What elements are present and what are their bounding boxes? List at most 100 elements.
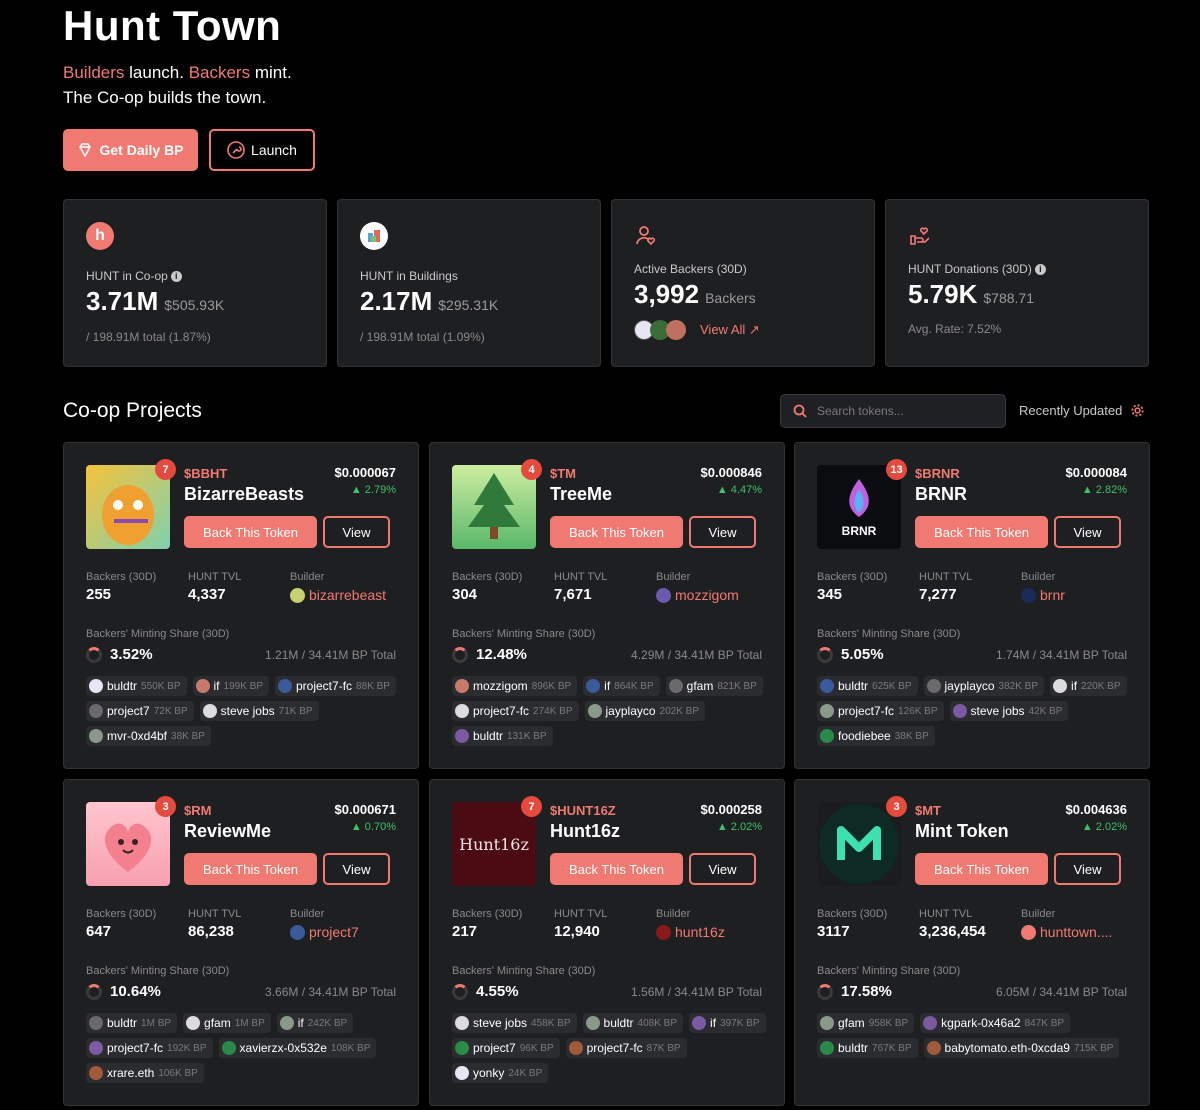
backer-chip[interactable]: project7 96K BP bbox=[452, 1038, 560, 1058]
backer-chip[interactable]: project7-fc 87K BP bbox=[565, 1038, 687, 1058]
backer-chip[interactable]: gfam 958K BP bbox=[817, 1013, 915, 1033]
token-name[interactable]: Mint Token bbox=[915, 821, 1009, 842]
backer-chip[interactable]: xrare.eth 106K BP bbox=[86, 1063, 204, 1083]
view-button[interactable]: View bbox=[323, 516, 390, 548]
backer-bp: 72K BP bbox=[153, 705, 188, 717]
token-price: $0.000084 bbox=[1065, 465, 1127, 480]
token-image[interactable]: Hunt16z bbox=[452, 802, 536, 886]
backer-chip[interactable]: jayplayco 202K BP bbox=[584, 701, 706, 721]
backer-chip[interactable]: buldtr 131K BP bbox=[452, 726, 553, 746]
back-token-button[interactable]: Back This Token bbox=[184, 516, 317, 548]
builder-link[interactable]: bizarrebeast bbox=[290, 587, 386, 603]
project-card[interactable]: 3 $MT Mint Token $0.004636 ▲ 2.02% Back This … bbox=[794, 779, 1150, 1106]
tagline-coop: The Co-op builds the town. bbox=[63, 88, 267, 107]
get-daily-bp-button[interactable]: Get Daily BP bbox=[63, 129, 198, 171]
backer-chip[interactable]: xavierzx-0x532e 108K BP bbox=[218, 1038, 377, 1058]
backer-chip[interactable]: buldtr 550K BP bbox=[86, 676, 187, 696]
view-all-link[interactable]: View All ↗ bbox=[700, 322, 760, 338]
project-card[interactable]: 7 $BBHT BizarreBeasts $0.000067 ▲ 2.79% Back … bbox=[63, 442, 419, 769]
backer-chip[interactable]: buldtr 1M BP bbox=[86, 1013, 178, 1033]
backer-chip[interactable]: buldtr 625K BP bbox=[817, 676, 918, 696]
token-name[interactable]: BRNR bbox=[915, 484, 967, 505]
info-icon[interactable]: i bbox=[1034, 264, 1046, 276]
token-image[interactable] bbox=[86, 465, 170, 549]
backer-chip[interactable]: if 397K BP bbox=[689, 1013, 766, 1033]
backer-chip[interactable]: yonky 24K BP bbox=[452, 1063, 549, 1083]
backer-chip[interactable]: project7-fc 126K BP bbox=[817, 701, 944, 721]
stat-value: 5.79K $788.71 bbox=[908, 279, 1034, 309]
back-token-button[interactable]: Back This Token bbox=[915, 516, 1048, 548]
tagline-backers: Backers bbox=[188, 63, 251, 82]
view-button[interactable]: View bbox=[1054, 516, 1121, 548]
builder-link[interactable]: mozzigom bbox=[656, 587, 739, 603]
token-image[interactable] bbox=[817, 802, 901, 886]
backer-chip[interactable]: babytomato.eth-0xcda9 715K BP bbox=[923, 1038, 1120, 1058]
builder-link[interactable]: hunt16z bbox=[656, 924, 725, 940]
project-card[interactable]: 4 $TM TreeMe $0.000846 ▲ 4.47% Back This Toke… bbox=[429, 442, 785, 769]
backer-chip[interactable]: gfam 1M BP bbox=[183, 1013, 271, 1033]
backer-chip[interactable]: project7-fc 88K BP bbox=[275, 676, 396, 696]
token-name[interactable]: BizarreBeasts bbox=[184, 484, 304, 505]
tagline-mint: mint. bbox=[250, 63, 292, 82]
svg-text:BRNR: BRNR bbox=[842, 524, 877, 538]
back-token-button[interactable]: Back This Token bbox=[915, 853, 1048, 885]
backer-chip[interactable]: if 864K BP bbox=[583, 676, 660, 696]
hand-heart-icon bbox=[906, 222, 934, 250]
backer-chip[interactable]: gfam 821K BP bbox=[665, 676, 763, 696]
share-value: 4.55% bbox=[452, 983, 519, 1000]
builder-link[interactable]: hunttown.... bbox=[1021, 924, 1112, 940]
avatar bbox=[666, 320, 686, 340]
backer-chip[interactable]: jayplayco 382K BP bbox=[923, 676, 1045, 696]
backer-chip[interactable]: if 242K BP bbox=[276, 1013, 354, 1033]
token-image[interactable] bbox=[452, 465, 536, 549]
backer-chip[interactable]: buldtr 408K BP bbox=[582, 1013, 684, 1033]
stat-value: 2.17M $295.31K bbox=[360, 286, 499, 316]
gear-icon[interactable] bbox=[1130, 403, 1145, 418]
backer-chip[interactable]: project7-fc 274K BP bbox=[452, 701, 579, 721]
backer-chip[interactable]: steve jobs 71K BP bbox=[199, 701, 319, 721]
view-button[interactable]: View bbox=[1054, 853, 1121, 885]
back-token-button[interactable]: Back This Token bbox=[184, 853, 317, 885]
backer-chip[interactable]: steve jobs 458K BP bbox=[452, 1013, 577, 1033]
search-box[interactable] bbox=[780, 394, 1006, 428]
avatar bbox=[89, 679, 103, 693]
backer-chip[interactable]: foodiebee 38K BP bbox=[817, 726, 935, 746]
launch-button[interactable]: Launch bbox=[209, 129, 315, 171]
stat-value: 3.71M $505.93K bbox=[86, 286, 225, 316]
avatar bbox=[926, 679, 941, 693]
backer-chip[interactable]: if 199K BP bbox=[192, 676, 269, 696]
project-card[interactable]: Hunt16z 7 $HUNT16Z Hunt16z $0.000258 ▲ 2.02% B… bbox=[429, 779, 785, 1106]
token-name[interactable]: Hunt16z bbox=[550, 821, 620, 842]
backer-chip[interactable]: buldtr 767K BP bbox=[817, 1038, 918, 1058]
view-button[interactable]: View bbox=[689, 853, 756, 885]
back-token-button[interactable]: Back This Token bbox=[550, 516, 683, 548]
hunt-logo-icon: h bbox=[86, 222, 114, 250]
back-token-button[interactable]: Back This Token bbox=[550, 853, 683, 885]
builder-link[interactable]: brnr bbox=[1021, 587, 1065, 603]
token-name[interactable]: TreeMe bbox=[550, 484, 612, 505]
view-button[interactable]: View bbox=[323, 853, 390, 885]
avatar bbox=[455, 1066, 469, 1080]
backer-chip[interactable]: if 220K BP bbox=[1050, 676, 1127, 696]
builder-link[interactable]: project7 bbox=[290, 924, 359, 940]
token-image[interactable] bbox=[86, 802, 170, 886]
project-card[interactable]: BRNR 13 $BRNR BRNR $0.000084 ▲ 2.82% Back This… bbox=[794, 442, 1150, 769]
backer-chip[interactable]: steve jobs 42K BP bbox=[949, 701, 1069, 721]
project-card[interactable]: 3 $RM ReviewMe $0.000671 ▲ 0.70% Back This To… bbox=[63, 779, 419, 1106]
backer-chip[interactable]: kgpark-0x46a2 847K BP bbox=[920, 1013, 1071, 1033]
search-input[interactable] bbox=[817, 404, 987, 418]
backer-bp: 1M BP bbox=[141, 1017, 172, 1029]
backer-chip[interactable]: project7 72K BP bbox=[86, 701, 194, 721]
token-name[interactable]: ReviewMe bbox=[184, 821, 271, 842]
sort-dropdown[interactable]: Recently Updated bbox=[1019, 403, 1145, 418]
backer-chip[interactable]: mozzigom 896K BP bbox=[452, 676, 578, 696]
backer-name: project7-fc bbox=[473, 704, 530, 718]
backer-chip[interactable]: mvr-0xd4bf 38K BP bbox=[86, 726, 211, 746]
info-icon[interactable]: i bbox=[170, 271, 182, 283]
avatar bbox=[202, 704, 217, 718]
view-button[interactable]: View bbox=[689, 516, 756, 548]
stat-label: HUNT Donations (30D) i bbox=[908, 262, 1046, 276]
diamond-icon bbox=[79, 143, 92, 158]
backer-chip[interactable]: project7-fc 192K BP bbox=[86, 1038, 213, 1058]
token-image[interactable]: BRNR bbox=[817, 465, 901, 549]
